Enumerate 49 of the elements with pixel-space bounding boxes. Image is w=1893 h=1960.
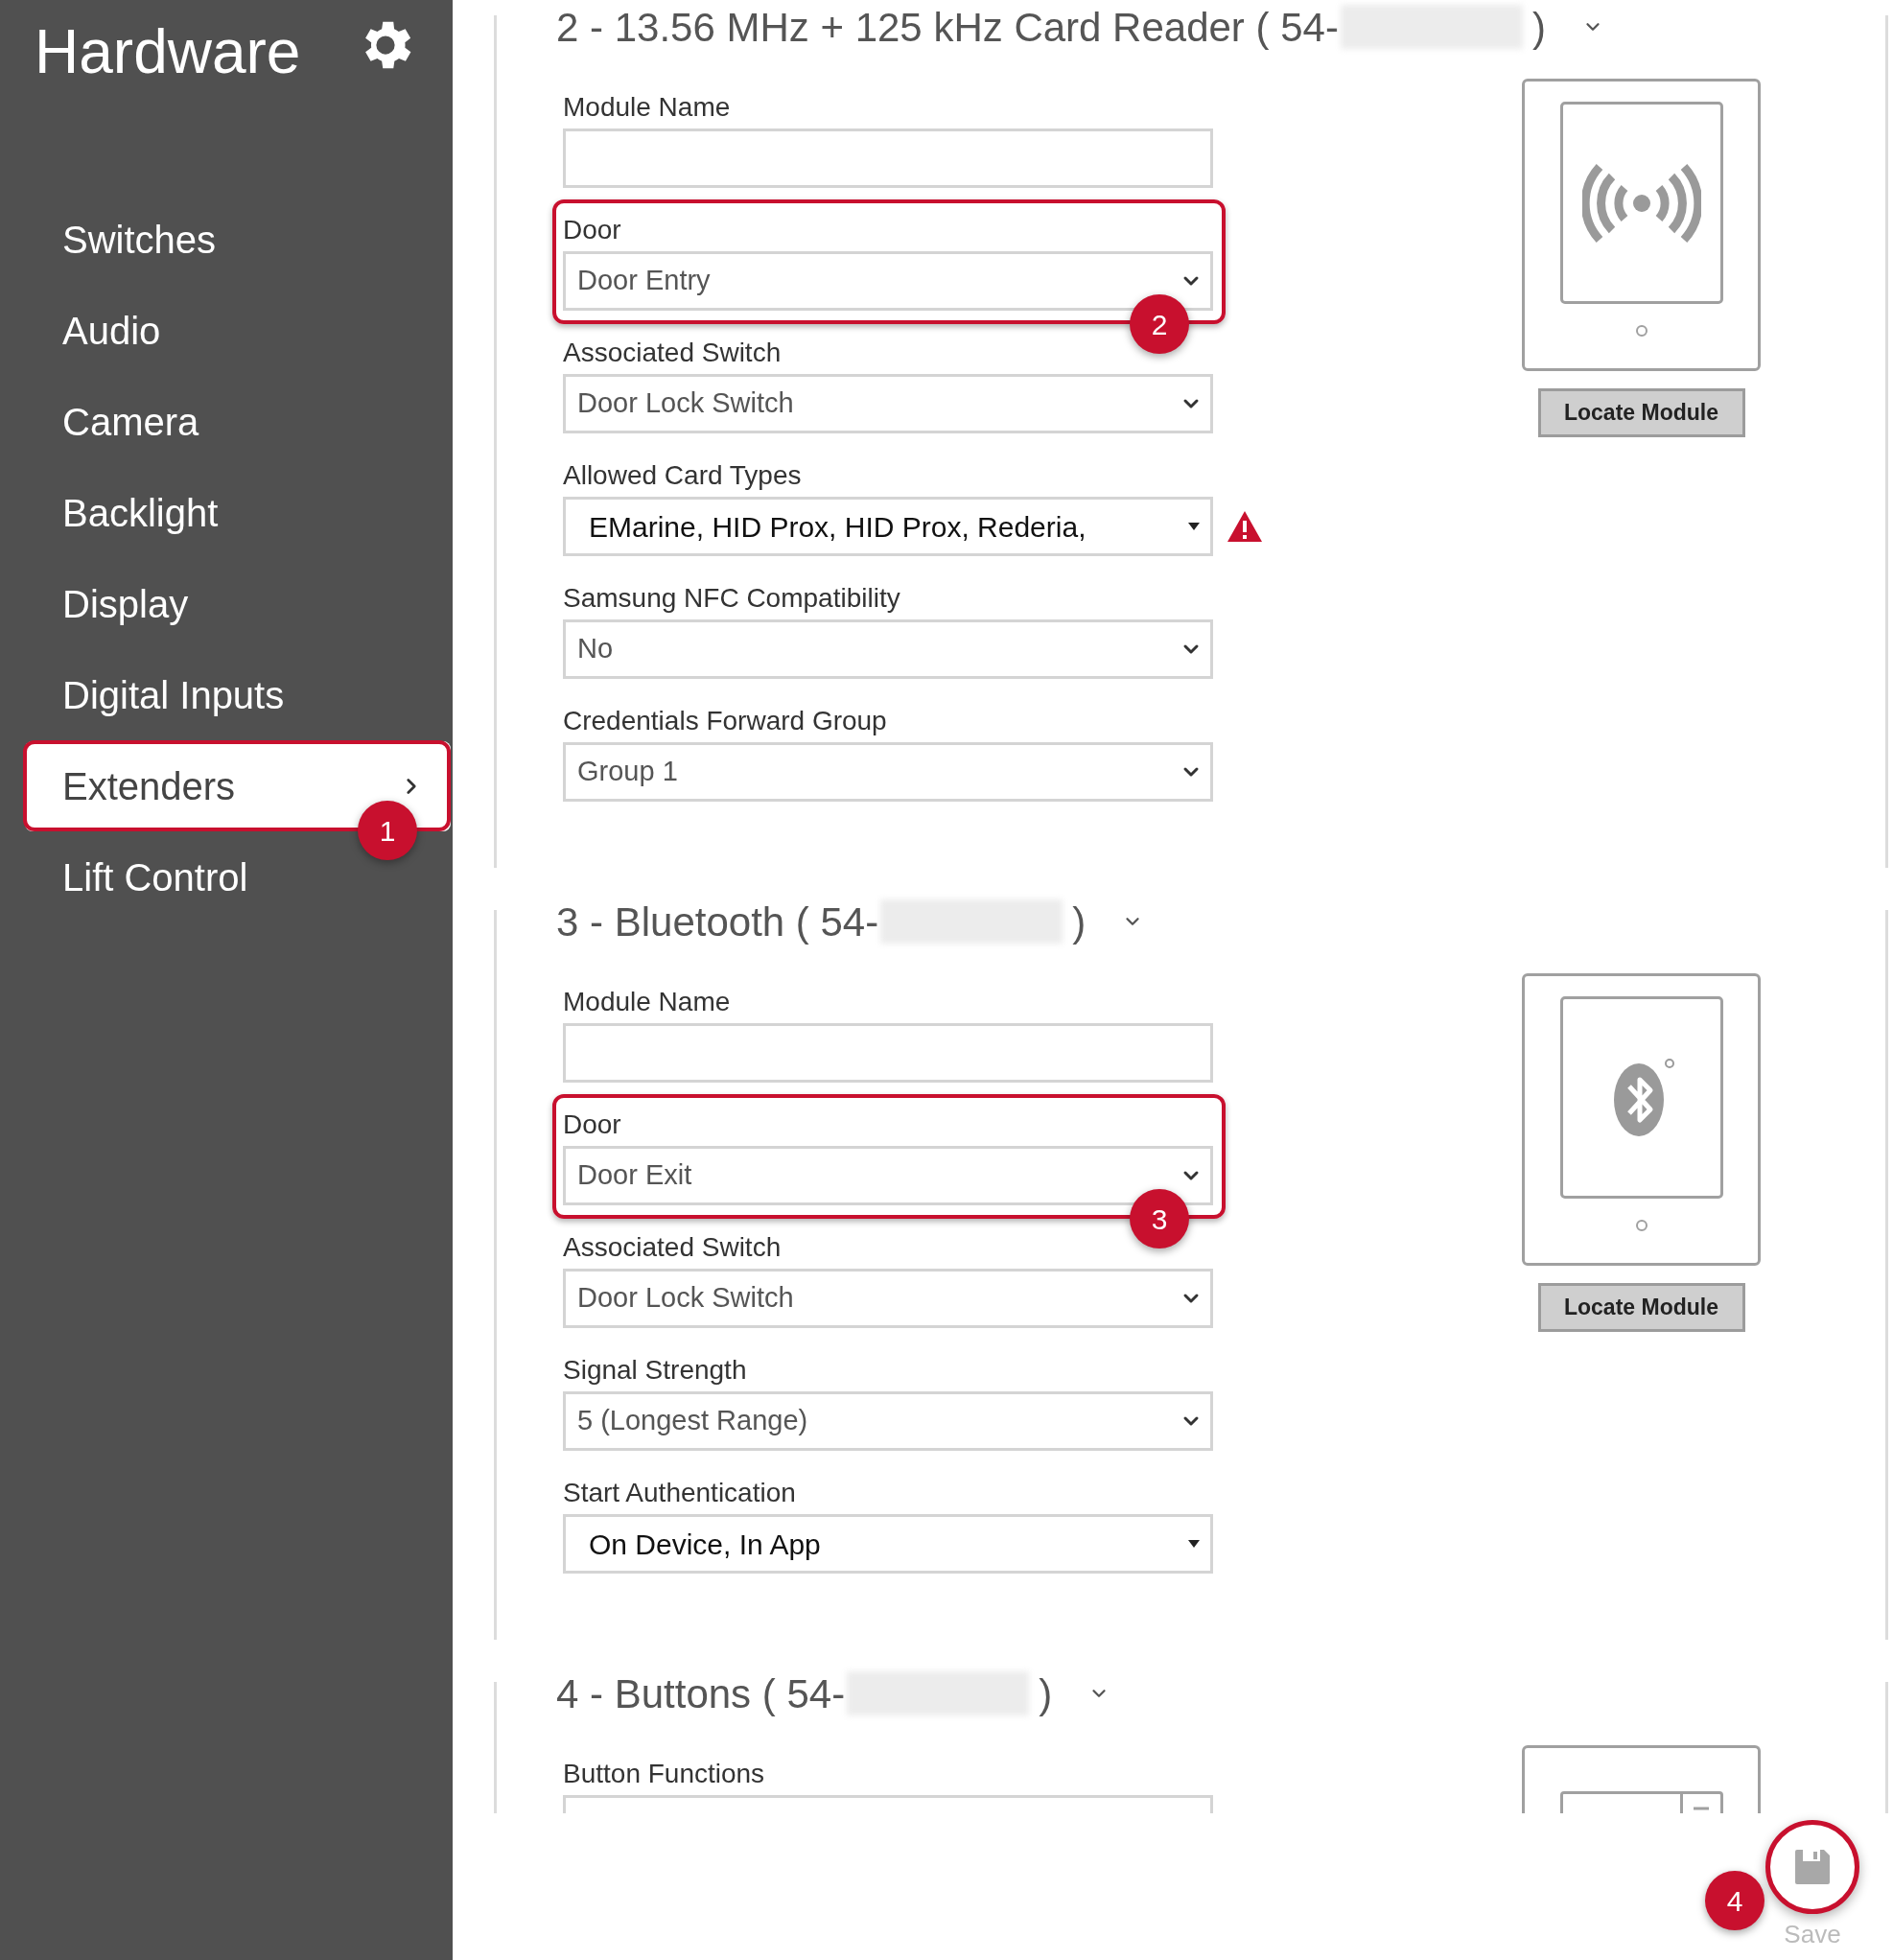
sidebar-item[interactable]: Digital Inputs [25, 649, 451, 740]
triangle-down-icon [1187, 1539, 1201, 1549]
field-label: Samsung NFC Compatibility [563, 585, 900, 612]
save-label: Save [1784, 1919, 1841, 1950]
text-field[interactable] [563, 1023, 1213, 1083]
dropdown[interactable]: Door Entry [563, 251, 1213, 311]
module-title: 4 - Buttons ( 54- [556, 1669, 846, 1718]
dropdown[interactable]: Group 1 [563, 742, 1213, 802]
dropdown[interactable]: Door Lock Switch [563, 374, 1213, 433]
module-title: 2 - 13.56 MHz + 125 kHz Card Reader ( 54- [556, 3, 1339, 52]
triangle-down-icon [1187, 522, 1201, 531]
field-label: Module Name [563, 989, 731, 1015]
sidebar-item[interactable]: Display [25, 558, 451, 649]
indicator-light [1635, 1220, 1648, 1231]
callout-badge: 2 [1130, 294, 1189, 354]
module-title: 3 - Bluetooth ( 54- [556, 898, 879, 946]
field-label: Module Name [563, 94, 731, 121]
dropdown[interactable]: 5 (Longest Range) [563, 1391, 1213, 1451]
sidebar-item[interactable]: Switches [25, 194, 451, 285]
locate-module-button[interactable]: Locate Module [1537, 388, 1745, 437]
field-label: Associated Switch [563, 339, 782, 366]
field-label: Credentials Forward Group [563, 708, 887, 735]
module-title: ) [1072, 898, 1087, 946]
dropdown[interactable]: Door Exit [563, 1146, 1213, 1205]
field-label: Door [563, 1111, 621, 1138]
text-field[interactable] [563, 128, 1213, 188]
field-label: Start Authentication [563, 1480, 796, 1506]
field-label: Signal Strength [563, 1357, 747, 1384]
multi-select[interactable]: On Device, In App [563, 1514, 1213, 1574]
field-label: Button Functions [563, 1761, 765, 1787]
callout-badge: 3 [1130, 1189, 1189, 1248]
field-label: Allowed Card Types [563, 462, 802, 489]
sidebar-item[interactable]: Audio [25, 285, 451, 376]
callout-badge: 4 [1705, 1871, 1764, 1930]
callout-badge: 1 [358, 801, 417, 860]
sidebar-item[interactable]: Backlight [25, 467, 451, 558]
field-label: Associated Switch [563, 1234, 782, 1261]
wireless-signal-icon [1581, 162, 1701, 244]
dropdown[interactable]: No [563, 619, 1213, 679]
sidebar-item[interactable]: Camera [25, 376, 451, 467]
locate-module-button[interactable]: Locate Module [1537, 1283, 1745, 1332]
dropdown[interactable]: Door Lock Switch [563, 1269, 1213, 1328]
save-button[interactable] [1765, 1820, 1859, 1914]
multi-select[interactable]: EMarine, HID Prox, HID Prox, Rederia, [563, 497, 1213, 556]
field-label: Door [563, 217, 621, 244]
sidebar-title: Hardware [35, 21, 301, 82]
indicator-light [1635, 325, 1648, 337]
module-title: ) [1531, 3, 1546, 52]
module-title: ) [1039, 1669, 1053, 1718]
